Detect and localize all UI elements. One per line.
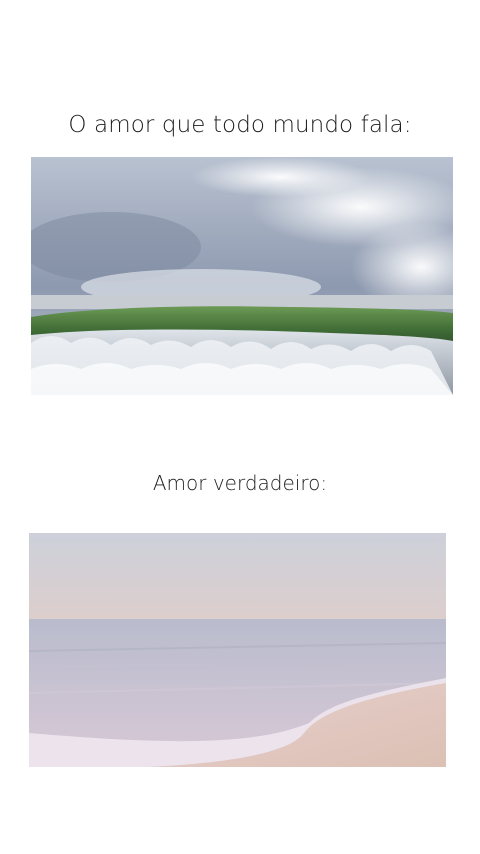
calm-beach-sunset-photo — [29, 533, 446, 767]
top-caption: O amor que todo mundo fala: — [68, 112, 412, 138]
bottom-caption: Amor verdadeiro: — [152, 471, 328, 495]
ocean-wave-photo — [31, 157, 453, 395]
